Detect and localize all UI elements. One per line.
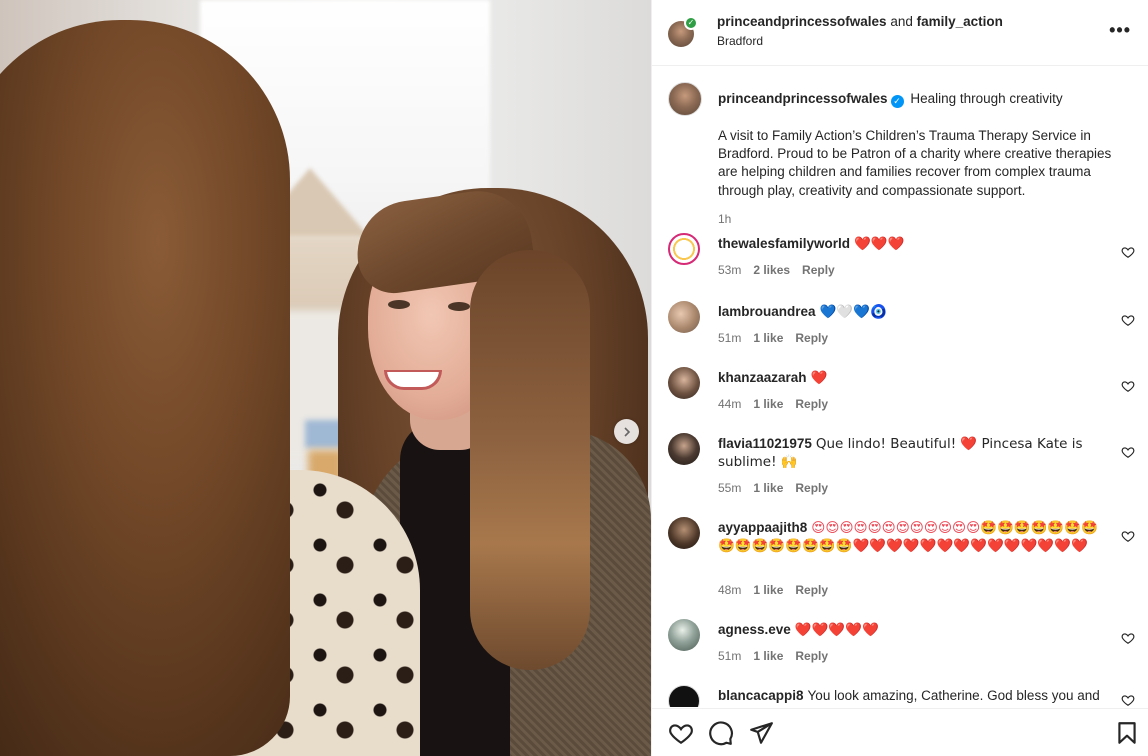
comment-text: ❤️❤️❤️ bbox=[854, 236, 905, 252]
reply-button[interactable]: Reply bbox=[802, 263, 835, 277]
comment-username[interactable]: lambrouandrea bbox=[718, 304, 816, 319]
post-action-bar bbox=[652, 708, 1148, 756]
comments-scroll-area[interactable]: princeandprincessofwales ✓ Healing throug… bbox=[652, 67, 1148, 707]
comment-text: 💙🤍💙🧿 bbox=[819, 304, 887, 320]
comment-username[interactable]: agness.eve bbox=[718, 622, 791, 637]
like-comment-heart-icon[interactable] bbox=[1121, 313, 1135, 327]
comment-username[interactable]: khanzaazarah bbox=[718, 370, 807, 385]
commenter-avatar[interactable] bbox=[668, 685, 700, 707]
more-options-icon[interactable]: ••• bbox=[1109, 20, 1131, 41]
like-heart-icon[interactable] bbox=[668, 720, 694, 746]
hair-waves bbox=[470, 250, 590, 670]
share-send-icon[interactable] bbox=[748, 720, 774, 746]
comment-username[interactable]: flavia11021975 bbox=[718, 436, 812, 451]
reply-button[interactable]: Reply bbox=[795, 397, 828, 411]
like-comment-heart-icon[interactable] bbox=[1121, 693, 1135, 707]
comment-text: ❤️ bbox=[810, 370, 828, 386]
commenter-avatar[interactable] bbox=[668, 517, 700, 549]
collaborator-username[interactable]: family_action bbox=[917, 14, 1003, 29]
foreground-woman-hair bbox=[0, 20, 290, 756]
caption-text: A visit to Family Action’s Children’s Tr… bbox=[718, 128, 1112, 198]
comment-time[interactable]: 51m bbox=[718, 649, 741, 663]
like-comment-heart-icon[interactable] bbox=[1121, 631, 1135, 645]
comment-time[interactable]: 51m bbox=[718, 331, 741, 345]
caption-avatar[interactable] bbox=[668, 82, 702, 116]
commenter-avatar[interactable] bbox=[668, 433, 700, 465]
post-location[interactable]: Bradford bbox=[717, 34, 763, 48]
author-username[interactable]: princeandprincessofwales bbox=[717, 14, 887, 29]
comment-likes[interactable]: 1 like bbox=[753, 583, 783, 597]
comment-time[interactable]: 53m bbox=[718, 263, 741, 277]
caption-timestamp[interactable]: 1h bbox=[718, 212, 731, 226]
comment-likes[interactable]: 1 like bbox=[753, 331, 783, 345]
post-header: ✓ princeandprincessofwales and family_ac… bbox=[652, 0, 1148, 66]
comment-username[interactable]: blancacappi8 bbox=[718, 688, 804, 703]
authors-joiner: and bbox=[890, 14, 913, 29]
comment-time[interactable]: 44m bbox=[718, 397, 741, 411]
post-authors: princeandprincessofwales and family_acti… bbox=[717, 14, 1003, 29]
verified-icon: ✓ bbox=[890, 95, 904, 108]
collab-badge-icon: ✓ bbox=[684, 16, 698, 30]
comment-likes[interactable]: 2 likes bbox=[753, 263, 790, 277]
comment-time[interactable]: 48m bbox=[718, 583, 741, 597]
like-comment-heart-icon[interactable] bbox=[1121, 379, 1135, 393]
comment-likes[interactable]: 1 like bbox=[753, 481, 783, 495]
next-photo-button[interactable] bbox=[614, 419, 639, 444]
chevron-right-icon bbox=[623, 426, 630, 437]
like-comment-heart-icon[interactable] bbox=[1121, 445, 1135, 459]
reply-button[interactable]: Reply bbox=[795, 583, 828, 597]
like-comment-heart-icon[interactable] bbox=[1121, 529, 1135, 543]
post-photo[interactable] bbox=[0, 0, 651, 756]
comment-username[interactable]: ayyappaajith8 bbox=[718, 520, 807, 535]
commenter-avatar[interactable] bbox=[668, 619, 700, 651]
reply-button[interactable]: Reply bbox=[795, 649, 828, 663]
caption-username[interactable]: princeandprincessofwales bbox=[718, 91, 888, 106]
commenter-avatar[interactable] bbox=[668, 301, 700, 333]
commenter-avatar[interactable] bbox=[668, 367, 700, 399]
commenter-avatar[interactable] bbox=[668, 233, 700, 265]
eye bbox=[388, 300, 410, 309]
save-bookmark-icon[interactable] bbox=[1114, 720, 1140, 746]
caption-title: Healing through creativity bbox=[910, 91, 1063, 106]
comment-time[interactable]: 55m bbox=[718, 481, 741, 495]
comment-text: ❤️❤️❤️❤️❤️ bbox=[794, 622, 879, 638]
reply-button[interactable]: Reply bbox=[795, 331, 828, 345]
eye bbox=[448, 302, 470, 311]
post-details-panel: ✓ princeandprincessofwales and family_ac… bbox=[651, 0, 1148, 756]
reply-button[interactable]: Reply bbox=[795, 481, 828, 495]
comment-likes[interactable]: 1 like bbox=[753, 397, 783, 411]
comment-likes[interactable]: 1 like bbox=[753, 649, 783, 663]
like-comment-heart-icon[interactable] bbox=[1121, 245, 1135, 259]
comment-username[interactable]: thewalesfamilyworld bbox=[718, 236, 850, 251]
comment-bubble-icon[interactable] bbox=[708, 720, 734, 746]
comment-text: You look amazing, Catherine. God bless y… bbox=[807, 688, 1100, 703]
